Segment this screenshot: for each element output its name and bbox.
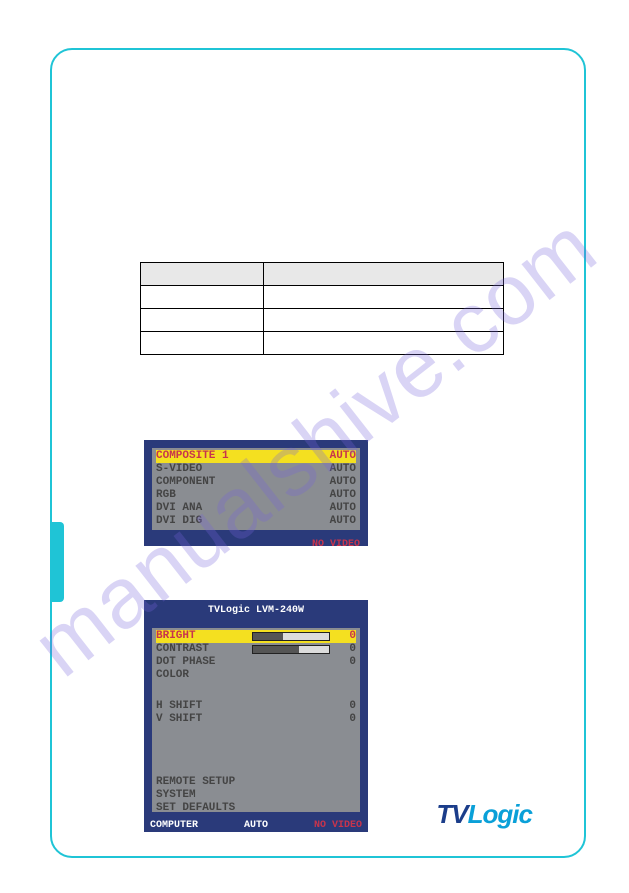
osd-item-label: REMOTE SETUP bbox=[156, 776, 246, 789]
osd-item-value: AUTO bbox=[330, 463, 356, 476]
osd-menu-item[interactable]: BRIGHT 0 bbox=[156, 630, 356, 643]
osd-picture-menu: TVLogic LVM-240W BRIGHT0CONTRAST0DOT PHA… bbox=[144, 600, 368, 832]
osd-item-label: H SHIFT bbox=[156, 700, 246, 713]
osd-item-value: 0 bbox=[336, 700, 356, 713]
osd-item-value: AUTO bbox=[330, 450, 356, 463]
osd-footer: COMPUTER AUTO NO VIDEO bbox=[144, 820, 368, 837]
osd-item-label: COMPONENT bbox=[156, 476, 246, 489]
brand-tv: TV bbox=[436, 799, 467, 829]
table-row bbox=[141, 309, 504, 332]
osd-item-label: COMPOSITE 1 bbox=[156, 450, 246, 463]
osd-title: TVLogic LVM-240W bbox=[144, 600, 368, 620]
osd-item-value: 0 bbox=[336, 656, 356, 669]
osd-item-label: DVI DIG bbox=[156, 515, 246, 528]
slider-fill bbox=[253, 633, 283, 640]
osd-item-label: V SHIFT bbox=[156, 713, 246, 726]
osd-menu-item[interactable]: RGB AUTO bbox=[156, 489, 356, 502]
osd-footer-mode: AUTO bbox=[244, 820, 268, 831]
osd-item-label: S-VIDEO bbox=[156, 463, 246, 476]
osd-item-value bbox=[336, 669, 356, 682]
osd-item-value: 0 bbox=[336, 643, 356, 656]
osd-item-value: AUTO bbox=[330, 489, 356, 502]
slider-track[interactable] bbox=[252, 645, 330, 654]
osd-item-label: COLOR bbox=[156, 669, 246, 682]
osd-status: NO VIDEO bbox=[144, 538, 368, 555]
osd-menu-item[interactable]: DVI DIG AUTO bbox=[156, 515, 356, 528]
page-card: COMPOSITE 1AUTOS-VIDEOAUTOCOMPONENTAUTOR… bbox=[50, 48, 586, 858]
osd-menu-item[interactable]: CONTRAST 0 bbox=[156, 643, 356, 656]
slider-fill bbox=[253, 646, 299, 653]
slider-track[interactable] bbox=[252, 632, 330, 641]
brand-logo: TVLogic bbox=[436, 799, 532, 830]
osd-menu-item[interactable]: H SHIFT 0 bbox=[156, 700, 356, 713]
osd-menu-item[interactable]: COMPOSITE 1 AUTO bbox=[156, 450, 356, 463]
osd-item-value: 0 bbox=[336, 630, 356, 643]
table-row bbox=[141, 332, 504, 355]
osd-item-value: AUTO bbox=[330, 502, 356, 515]
osd-footer-input: COMPUTER bbox=[150, 820, 198, 831]
osd-item-label: SYSTEM bbox=[156, 789, 246, 802]
side-tab bbox=[52, 522, 64, 602]
osd-menu-item[interactable]: COLOR bbox=[156, 669, 356, 682]
osd-menu-item[interactable]: COMPONENT AUTO bbox=[156, 476, 356, 489]
osd-menu-item[interactable]: V SHIFT 0 bbox=[156, 713, 356, 726]
brand-logic: Logic bbox=[468, 799, 532, 829]
osd-item-label: DVI ANA bbox=[156, 502, 246, 515]
osd-menu-item[interactable]: S-VIDEO AUTO bbox=[156, 463, 356, 476]
osd-item-value: AUTO bbox=[330, 476, 356, 489]
osd-item-label: SET DEFAULTS bbox=[156, 802, 246, 815]
osd-menu-item[interactable]: SET DEFAULTS bbox=[156, 802, 356, 815]
osd-item-label: RGB bbox=[156, 489, 246, 502]
osd-input-menu: COMPOSITE 1AUTOS-VIDEOAUTOCOMPONENTAUTOR… bbox=[144, 440, 368, 546]
osd-menu-item[interactable]: REMOTE SETUP bbox=[156, 776, 356, 789]
osd-item-label: DOT PHASE bbox=[156, 656, 246, 669]
osd-item-value: AUTO bbox=[330, 515, 356, 528]
table-row bbox=[141, 263, 504, 286]
osd-item-label: CONTRAST bbox=[156, 643, 246, 656]
osd-menu-item[interactable]: SYSTEM bbox=[156, 789, 356, 802]
osd-item-value: 0 bbox=[336, 713, 356, 726]
spec-table bbox=[140, 262, 504, 355]
osd-footer-status: NO VIDEO bbox=[314, 820, 362, 831]
osd-menu-item[interactable]: DOT PHASE 0 bbox=[156, 656, 356, 669]
osd-menu-item[interactable]: DVI ANA AUTO bbox=[156, 502, 356, 515]
table-row bbox=[141, 286, 504, 309]
osd-item-label: BRIGHT bbox=[156, 630, 246, 643]
